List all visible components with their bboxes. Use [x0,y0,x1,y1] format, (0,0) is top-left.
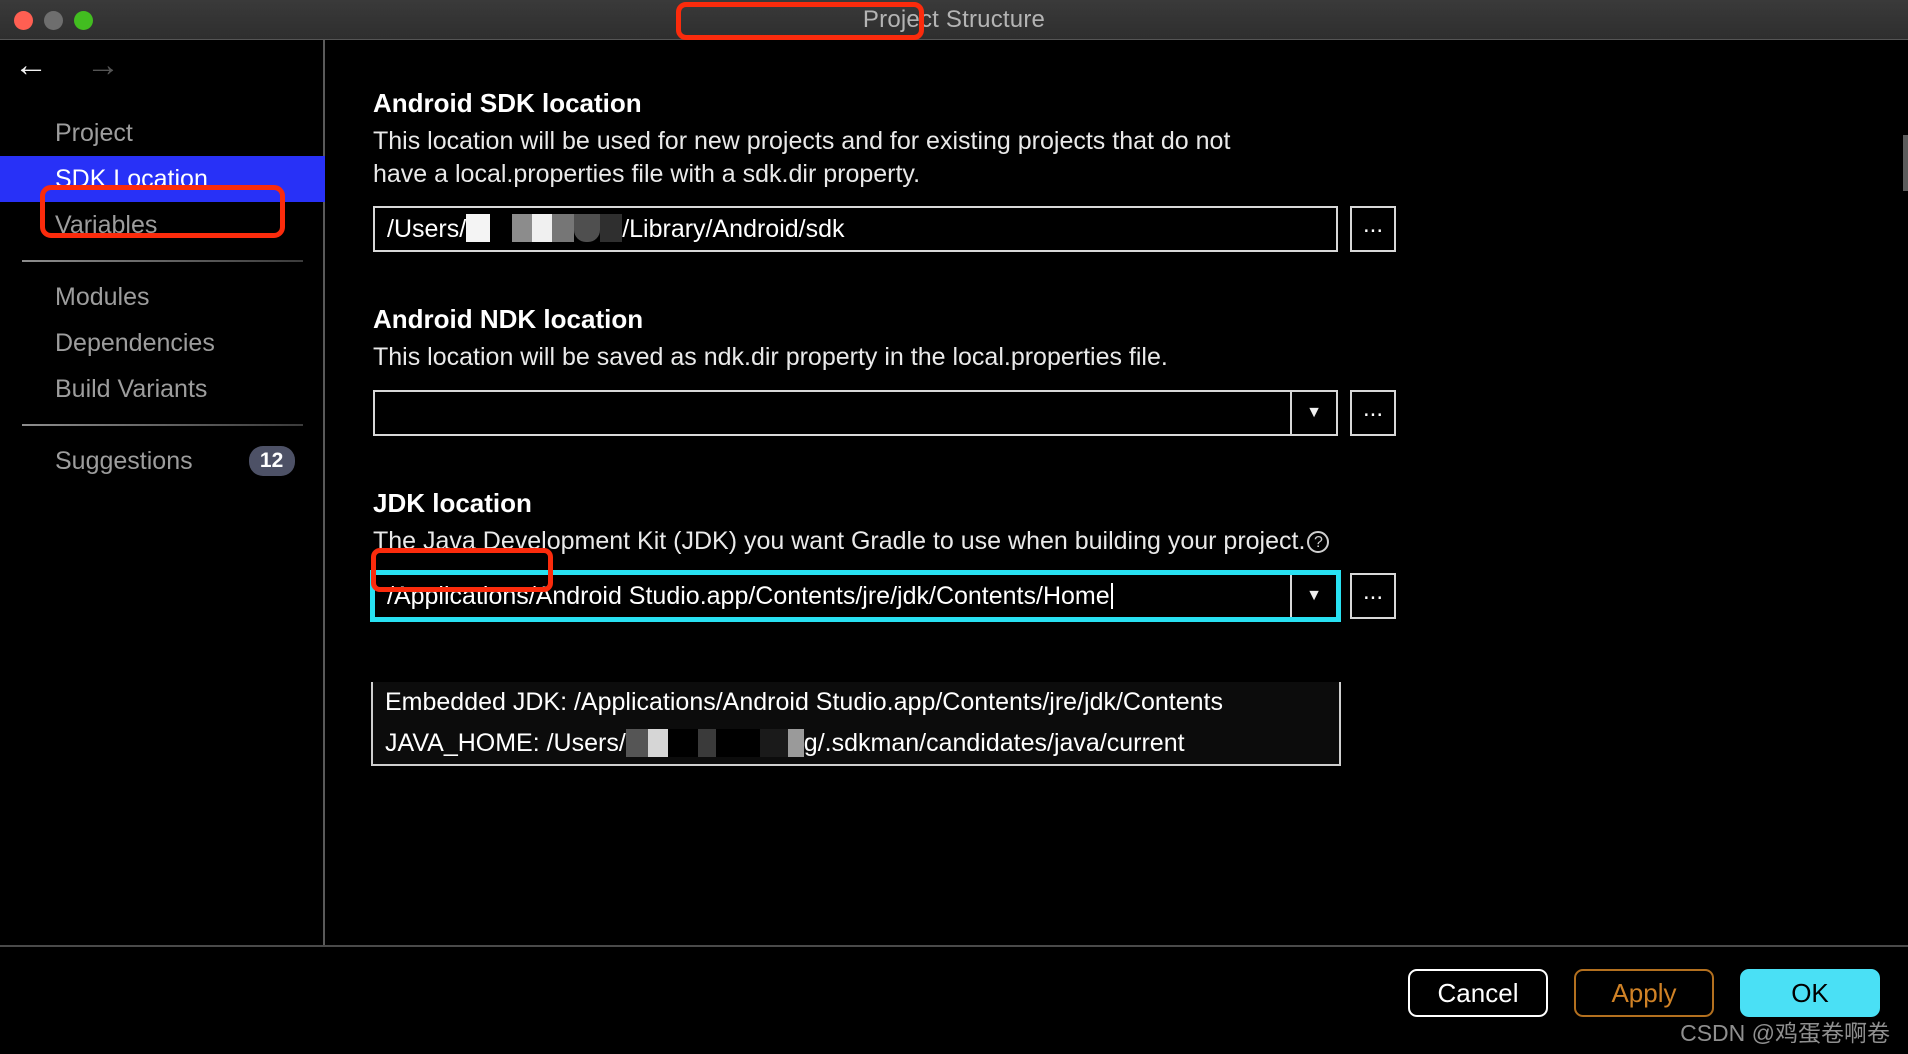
java-home-redaction [625,729,804,757]
section-android-ndk-location: Android NDK location This location will … [373,304,1908,436]
project-structure-dialog: Project Structure ← → Project SDK Locati… [0,0,1908,1054]
jdk-dropdown-option-java-home[interactable]: JAVA_HOME: /Users/g/.sdkman/candidates/j… [373,723,1339,764]
android-ndk-location-combo[interactable]: ▼ [373,389,1338,436]
sidebar: ← → Project SDK Location Variables Modul… [0,40,325,945]
jdk-browse-button[interactable]: ... [1350,573,1396,619]
nav-arrows: ← → [14,48,120,82]
sdk-path-prefix: /Users/ [387,215,467,243]
jdk-location-field-row: /Applications/Android Studio.app/Content… [373,573,1908,619]
android-ndk-location-desc-line1: This location will be saved as ndk.dir p… [373,343,1168,371]
scrollbar-thumb[interactable] [1903,135,1908,191]
window-titlebar: Project Structure [0,0,1908,40]
android-ndk-browse-button[interactable]: ... [1350,389,1396,436]
text-cursor [1110,583,1113,609]
java-home-suffix: g/.sdkman/candidates/java/current [803,729,1185,757]
jdk-location-dropdown-list: Embedded JDK: /Applications/Android Stud… [371,682,1341,766]
android-ndk-location-title: Android NDK location [373,304,644,334]
sidebar-item-sdk-location[interactable]: SDK Location [0,156,325,202]
back-arrow-icon[interactable]: ← [14,48,48,82]
dialog-body: ← → Project SDK Location Variables Modul… [0,40,1908,945]
jdk-location-title: JDK location [373,487,532,518]
sidebar-item-modules[interactable]: Modules [0,274,325,320]
dialog-footer: Cancel Apply OK CSDN @鸡蛋卷啊卷 [0,945,1908,1054]
apply-button[interactable]: Apply [1574,969,1714,1017]
android-sdk-location-input[interactable]: /Users/ /Library/Android/sdk [373,206,1338,252]
help-icon[interactable]: ? [1307,530,1330,553]
sdk-path-redaction [466,214,623,242]
android-ndk-location-field-row: ▼ ... [373,389,1908,436]
cancel-button[interactable]: Cancel [1408,969,1548,1017]
sidebar-item-build-variants[interactable]: Build Variants [0,366,325,412]
jdk-desc-text: The Java Development Kit (JDK) you want … [373,526,1306,555]
sidebar-item-project[interactable]: Project [0,110,325,156]
jdk-location-combo-input[interactable]: /Applications/Android Studio.app/Content… [373,573,1338,619]
sdk-path-suffix: /Library/Android/sdk [622,215,845,243]
window-title: Project Structure [862,6,1046,33]
java-home-prefix: JAVA_HOME: /Users/ [385,729,626,757]
sidebar-divider-2 [22,424,303,426]
sidebar-divider-1 [22,260,303,262]
sidebar-item-dependencies[interactable]: Dependencies [0,320,325,366]
sidebar-item-label: Suggestions [55,447,193,475]
section-android-sdk-location: Android SDK location This location will … [373,88,1908,252]
sidebar-item-suggestions[interactable]: Suggestions 12 [0,438,325,484]
jdk-location-desc-line1: The Java Development Kit (JDK) you want … [373,525,1463,558]
android-sdk-location-desc-line1: This location will be used for new proje… [373,127,1231,155]
jdk-path-value: /Applications/Android Studio.app/Content… [387,582,1110,610]
android-sdk-location-title: Android SDK location [373,88,642,118]
android-sdk-browse-button[interactable]: ... [1350,206,1396,252]
chevron-down-icon[interactable]: ▼ [1290,575,1336,617]
sidebar-nav-list: Project SDK Location Variables Modules D… [0,110,325,484]
ok-button[interactable]: OK [1740,969,1880,1017]
suggestions-count-badge: 12 [248,446,295,476]
android-sdk-location-field-row: /Users/ /Library/Android/sdk ... [373,206,1908,252]
footer-buttons: Cancel Apply OK [1408,969,1880,1017]
sidebar-item-variables[interactable]: Variables [0,202,325,248]
forward-arrow-icon[interactable]: → [86,48,120,82]
chevron-down-icon[interactable]: ▼ [1290,391,1336,434]
android-sdk-location-desc-line2: have a local.properties file with a sdk.… [373,159,921,188]
watermark: CSDN @鸡蛋卷啊卷 [1680,1020,1890,1046]
main-panel: Android SDK location This location will … [327,40,1908,945]
section-jdk-location: JDK location The Java Development Kit (J… [373,487,1908,619]
jdk-dropdown-option-embedded[interactable]: Embedded JDK: /Applications/Android Stud… [373,682,1339,723]
